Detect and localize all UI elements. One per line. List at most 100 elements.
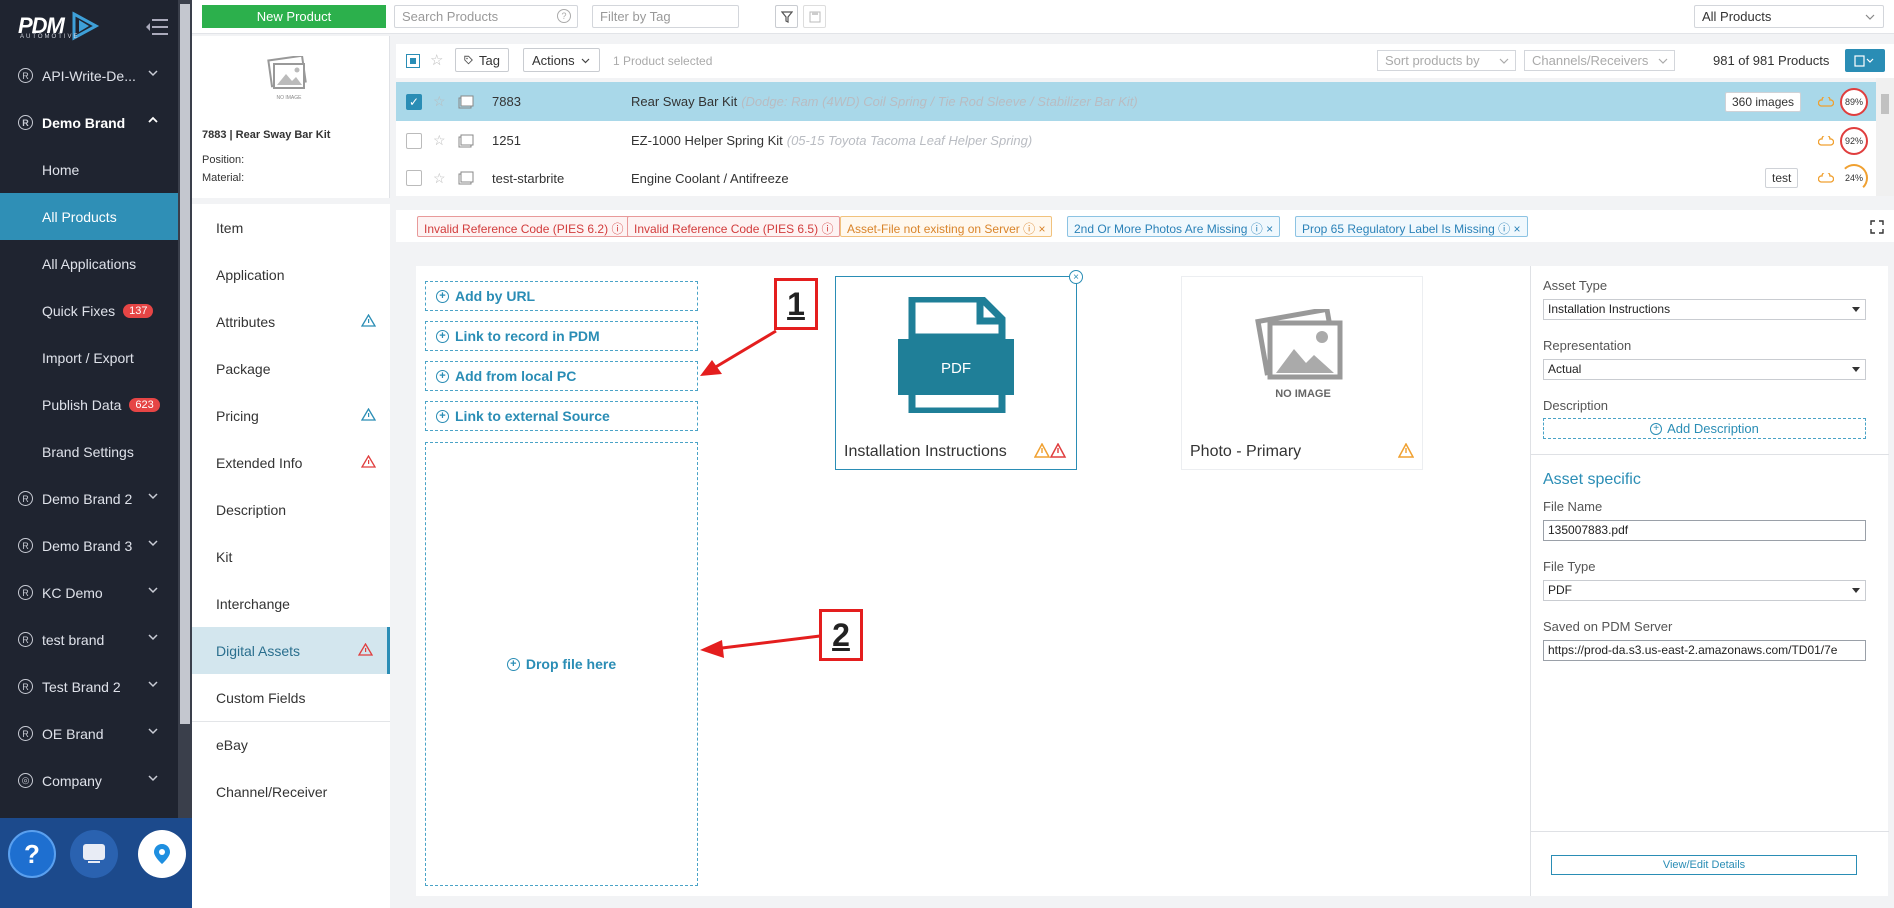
star-icon[interactable]: ☆ <box>433 170 446 187</box>
table-row[interactable]: ☆ 1251 EZ-1000 Helper Spring Kit (05-15 T… <box>396 121 1876 160</box>
filter-icon[interactable] <box>775 5 798 28</box>
chevron-down-icon <box>148 587 158 594</box>
tab-interchange[interactable]: Interchange <box>192 580 390 627</box>
tab-application[interactable]: Application <box>192 251 390 298</box>
tab-extended-info[interactable]: Extended Info <box>192 439 390 486</box>
new-product-button[interactable]: New Product <box>202 5 386 28</box>
tab-package[interactable]: Package <box>192 345 390 392</box>
table-row[interactable]: ☆ test-starbrite Engine Coolant / Antifr… <box>396 160 1876 196</box>
add-description-button[interactable]: + Add Description <box>1543 418 1866 439</box>
help-icon[interactable]: ? <box>8 830 56 878</box>
product-number: 1251 <box>492 133 521 148</box>
close-icon[interactable]: × <box>1266 222 1273 236</box>
tab-digital-assets[interactable]: Digital Assets <box>192 627 390 674</box>
tab-channel-receiver[interactable]: Channel/Receiver <box>192 768 390 815</box>
sidebar-item-import-export[interactable]: Import / Export <box>0 334 178 381</box>
scope-select[interactable]: All Products <box>1694 5 1884 28</box>
sidebar-item-all-products[interactable]: All Products <box>0 193 178 240</box>
collapse-menu-icon[interactable] <box>146 18 168 36</box>
cloud-icon <box>1818 96 1834 107</box>
scrollbar-thumb[interactable] <box>180 4 190 724</box>
row-checkbox[interactable] <box>406 170 422 186</box>
representation-select[interactable]: Actual <box>1543 359 1866 380</box>
product-name[interactable]: Rear Sway Bar Kit (Dodge: Ram (4WD) Coil … <box>631 94 1138 109</box>
sidebar-company[interactable]: ◎ Company <box>0 757 178 804</box>
tab-description[interactable]: Description <box>192 486 390 533</box>
registered-icon: R <box>18 538 33 553</box>
help-circle-icon[interactable]: ? <box>557 9 571 23</box>
link-external-source-button[interactable]: + Link to external Source <box>425 401 698 431</box>
table-row[interactable]: ✓ ☆ 7883 Rear Sway Bar Kit (Dodge: Ram (4… <box>396 82 1876 121</box>
view-edit-details-button[interactable]: View/Edit Details <box>1551 855 1857 875</box>
file-name-field[interactable]: 135007883.pdf <box>1543 520 1866 541</box>
filter-by-tag-input[interactable]: Filter by Tag <box>592 5 739 28</box>
star-icon[interactable]: ☆ <box>430 51 443 69</box>
tab-attributes[interactable]: Attributes <box>192 298 390 345</box>
tag-pill[interactable]: test <box>1765 168 1799 188</box>
sidebar-item-quick-fixes[interactable]: Quick Fixes 137 <box>0 287 178 334</box>
select-all-checkbox[interactable] <box>406 54 420 68</box>
alert-badge[interactable]: Invalid Reference Code (PIES 6.5) ⓘ <box>627 216 841 237</box>
tag-button[interactable]: Tag <box>455 48 509 72</box>
asset-card-photo-primary[interactable]: NO IMAGE Photo - Primary <box>1181 276 1423 470</box>
chevron-down-icon <box>1658 58 1668 64</box>
close-icon[interactable]: × <box>1513 222 1520 236</box>
actions-button[interactable]: Actions <box>523 48 600 72</box>
product-name[interactable]: Engine Coolant / Antifreeze <box>631 171 789 186</box>
file-type-select[interactable]: PDF <box>1543 580 1866 601</box>
sidebar-brand-kc-demo[interactable]: R KC Demo <box>0 569 178 616</box>
sidebar-brand-demo-brand-3[interactable]: R Demo Brand 3 <box>0 522 178 569</box>
image-icon <box>458 171 474 185</box>
alert-badge[interactable]: 2nd Or More Photos Are Missing ⓘ × <box>1067 216 1281 237</box>
sort-select[interactable]: Sort products by <box>1377 50 1516 71</box>
alert-badge[interactable]: Asset-File not existing on Server ⓘ × <box>840 216 1053 237</box>
location-pin-icon[interactable] <box>138 830 186 878</box>
view-options-button[interactable] <box>1845 49 1885 72</box>
asset-card-installation[interactable]: PDF × Installation Instructions <box>835 270 1083 470</box>
tab-ebay[interactable]: eBay <box>192 721 390 768</box>
sidebar-item-publish-data[interactable]: Publish Data 623 <box>0 381 178 428</box>
pdm-logo[interactable]: PDM AUTOMOTIVE <box>0 0 178 52</box>
expand-icon[interactable] <box>1870 220 1884 234</box>
alert-text: Invalid Reference Code (PIES 6.2) <box>424 222 609 236</box>
sidebar-item-all-applications[interactable]: All Applications <box>0 240 178 287</box>
sidebar-brand-test-brand[interactable]: Rtest brand <box>0 616 178 663</box>
save-filter-icon[interactable] <box>803 5 826 28</box>
remove-asset-icon[interactable]: × <box>1069 270 1083 284</box>
tab-item[interactable]: Item <box>192 204 390 251</box>
tab-label: Package <box>216 360 271 377</box>
sidebar-brand-oe-brand[interactable]: R OE Brand <box>0 710 178 757</box>
row-checkbox[interactable]: ✓ <box>406 93 422 110</box>
sidebar-brand-test-brand-2[interactable]: R Test Brand 2 <box>0 663 178 710</box>
search-products-input[interactable]: Search Products ? <box>394 5 578 28</box>
callout-1: 1 <box>774 278 818 330</box>
images-count-pill[interactable]: 360 images <box>1725 91 1802 112</box>
sidebar-brand-demo-brand-2[interactable]: R Demo Brand 2 <box>0 475 178 522</box>
asset-details-panel: Asset Type Installation Instructions Rep… <box>1530 266 1889 896</box>
product-name[interactable]: EZ-1000 Helper Spring Kit (05-15 Toyota T… <box>631 133 1032 148</box>
scrollbar-thumb[interactable] <box>1881 94 1889 114</box>
star-icon[interactable]: ☆ <box>433 132 446 149</box>
chat-icon[interactable] <box>70 830 118 878</box>
tab-kit[interactable]: Kit <box>192 533 390 580</box>
product-list-scrollbar[interactable] <box>1876 78 1894 196</box>
sidebar-scrollbar[interactable] <box>178 0 192 818</box>
row-checkbox[interactable] <box>406 132 422 149</box>
link-pdm-record-button[interactable]: + Link to record in PDM <box>425 321 698 351</box>
channels-select[interactable]: Channels/Receivers <box>1524 50 1675 71</box>
add-by-url-button[interactable]: + Add by URL <box>425 281 698 311</box>
alert-badge[interactable]: Prop 65 Regulatory Label Is Missing ⓘ × <box>1295 216 1528 237</box>
close-icon[interactable]: × <box>1038 222 1045 236</box>
sidebar-item-brand-settings[interactable]: Brand Settings <box>0 428 178 475</box>
sidebar-brand-demo-brand[interactable]: R Demo Brand <box>0 99 178 146</box>
add-from-local-pc-button[interactable]: + Add from local PC <box>425 361 698 391</box>
tab-custom-fields[interactable]: Custom Fields <box>192 674 390 721</box>
alert-badge[interactable]: Invalid Reference Code (PIES 6.2) ⓘ <box>417 216 631 237</box>
asset-type-select[interactable]: Installation Instructions <box>1543 299 1866 320</box>
server-url-field[interactable]: https://prod-da.s3.us-east-2.amazonaws.c… <box>1543 640 1866 661</box>
sidebar-brand-api-write[interactable]: R API-Write-De... <box>0 52 178 99</box>
star-icon[interactable]: ☆ <box>433 93 446 110</box>
sidebar-item-home[interactable]: Home <box>0 146 178 193</box>
file-drop-zone[interactable]: + Drop file here <box>425 442 698 886</box>
tab-pricing[interactable]: Pricing <box>192 392 390 439</box>
